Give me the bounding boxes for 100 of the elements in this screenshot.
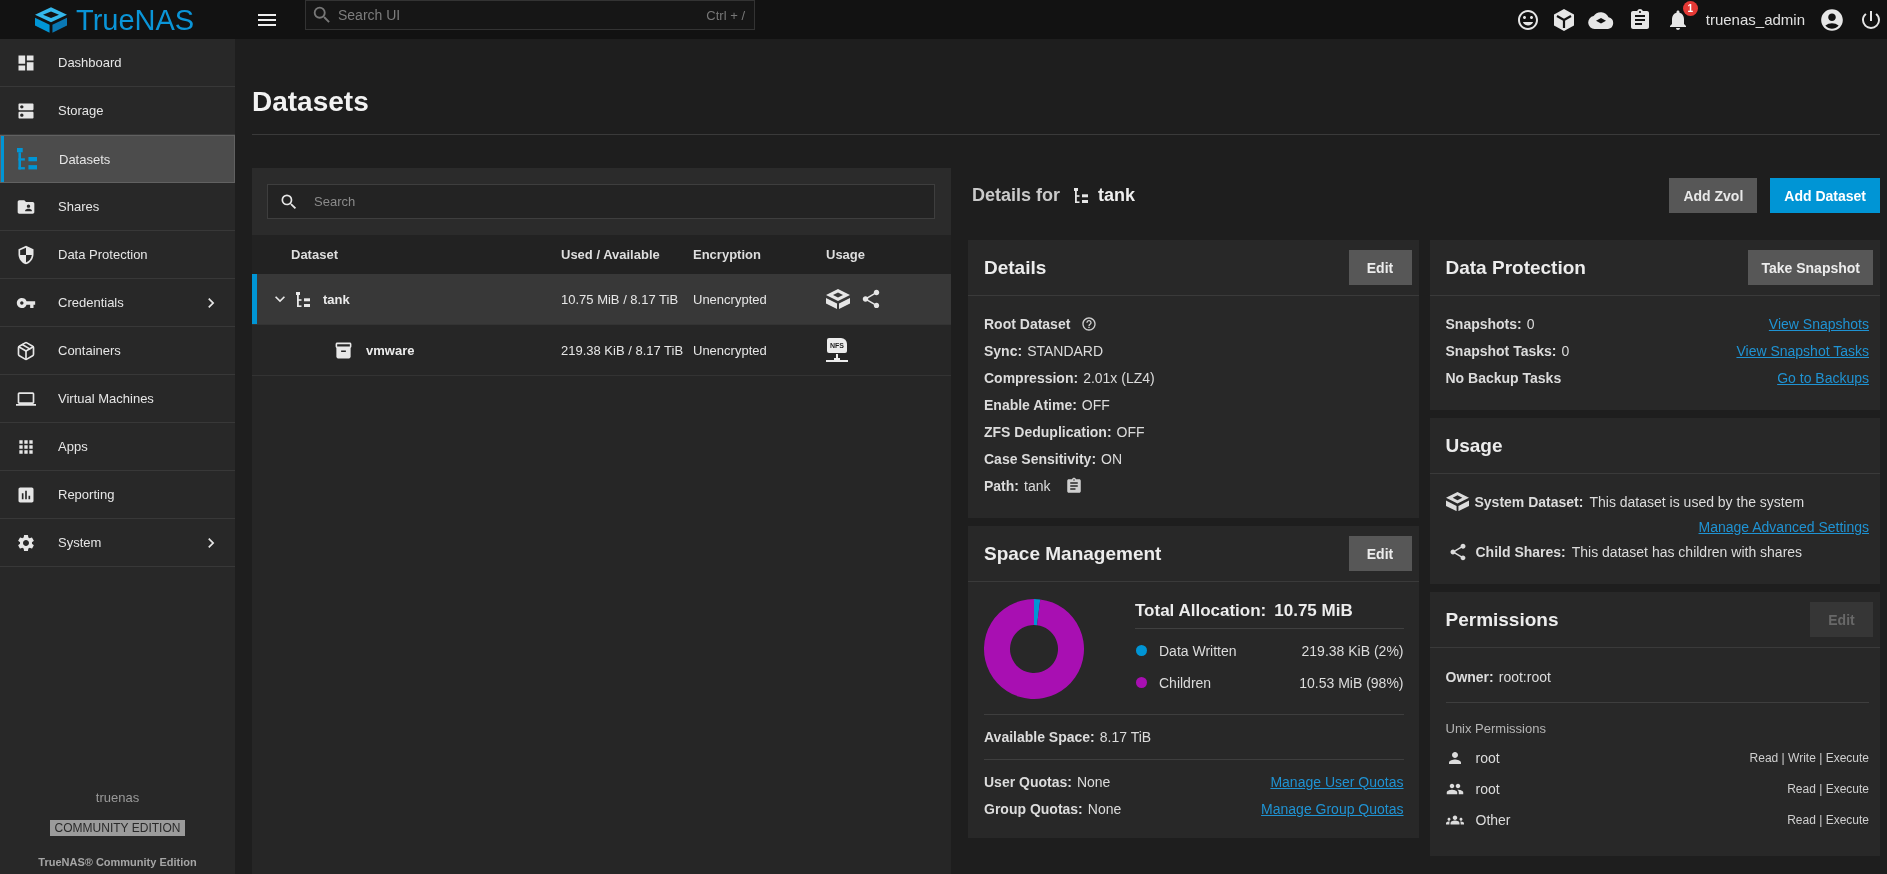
edition-badge: COMMUNITY EDITION xyxy=(49,820,186,836)
field-label: Path: xyxy=(984,477,1019,494)
card-title: Space Management xyxy=(984,542,1162,565)
field-value: ON xyxy=(1101,450,1123,467)
permission-access: Read | Write | Execute xyxy=(1749,750,1869,765)
notification-badge: 1 xyxy=(1682,0,1698,16)
field-label: Snapshots: xyxy=(1445,315,1522,332)
card-title: Details xyxy=(984,256,1047,279)
legend-label: Data Written xyxy=(1159,642,1237,659)
field-label: Group Quotas: xyxy=(984,800,1083,817)
page-title: Datasets xyxy=(252,86,369,118)
cloud-icon[interactable] xyxy=(1587,10,1614,29)
edit-button[interactable]: Edit xyxy=(1348,250,1412,285)
search-field[interactable]: Search xyxy=(267,184,935,219)
field-label: No Backup Tasks xyxy=(1445,369,1562,386)
field-label: User Quotas: xyxy=(984,773,1072,790)
dataset-name: tank xyxy=(1098,185,1136,206)
tree-icon xyxy=(17,148,37,170)
column-header: Usage xyxy=(826,247,867,262)
section-subtitle: Unix Permissions xyxy=(1445,720,1546,736)
permission-name: root xyxy=(1475,749,1500,766)
details-heading: Details for xyxy=(972,185,1061,206)
field-value: root:root xyxy=(1498,669,1551,685)
view-link[interactable]: View Snapshots xyxy=(1768,315,1869,332)
permission-name: root xyxy=(1475,780,1500,797)
smiley-icon[interactable] xyxy=(1515,7,1540,32)
table-cell: Unencrypted xyxy=(693,291,767,307)
field-value: OFF xyxy=(1116,423,1145,440)
edit-button[interactable]: Edit xyxy=(1348,536,1412,571)
field-label: Root Dataset xyxy=(984,315,1071,332)
permission-access: Read | Execute xyxy=(1787,781,1869,796)
nav-item[interactable]: Reporting xyxy=(0,471,235,519)
table-cell: Unencrypted xyxy=(693,342,767,358)
nav-item[interactable]: Shares xyxy=(0,183,235,231)
nav-item[interactable]: Apps xyxy=(0,423,235,471)
card-title: Data Protection xyxy=(1445,256,1586,279)
account-icon[interactable] xyxy=(1819,6,1845,33)
field-value: This dataset has children with shares xyxy=(1571,543,1803,560)
legend-value: 10.53 MiB (98%) xyxy=(1299,674,1404,691)
shield-icon xyxy=(16,244,36,265)
field-label: Child Shares: xyxy=(1475,543,1566,560)
field-value: None xyxy=(1076,773,1111,790)
logo-text: TrueNAS xyxy=(76,3,195,36)
package-icon xyxy=(16,340,36,361)
dataset-name: vmware xyxy=(366,342,415,358)
dataset-name: tank xyxy=(323,291,350,307)
field-value: tank xyxy=(1024,477,1051,494)
logo-icon xyxy=(35,6,67,33)
tree-icon xyxy=(296,291,310,307)
tree-row[interactable]: tank 10.75 MiB / 8.17 TiB Unencrypted xyxy=(252,274,951,325)
legend-label: Children xyxy=(1159,674,1212,691)
nav-item[interactable]: System xyxy=(0,519,235,567)
nav-item[interactable]: Virtual Machines xyxy=(0,375,235,423)
quota-link[interactable]: Manage Group Quotas xyxy=(1261,800,1404,817)
field-label: Available Space: xyxy=(984,729,1095,745)
username[interactable]: truenas_admin xyxy=(1705,11,1805,28)
cube-icon[interactable] xyxy=(1553,8,1574,31)
cube-icon xyxy=(1445,491,1469,512)
field-label: Owner: xyxy=(1445,669,1494,685)
column-header: Used / Available xyxy=(561,247,661,262)
cube-icon xyxy=(826,289,850,309)
card-title: Permissions xyxy=(1445,608,1559,631)
hostname: truenas xyxy=(95,790,140,806)
view-link[interactable]: Go to Backups xyxy=(1777,369,1869,386)
permission-name: Other xyxy=(1475,811,1511,828)
quota-link[interactable]: Manage User Quotas xyxy=(1270,773,1404,790)
help-icon[interactable] xyxy=(1081,315,1098,332)
field-label: Enable Atime: xyxy=(984,396,1077,413)
settings-link[interactable]: Manage Advanced Settings xyxy=(1698,518,1869,535)
field-value: 0 xyxy=(1526,315,1535,332)
legend-value: 219.38 KiB (2%) xyxy=(1301,642,1404,659)
card-title: Usage xyxy=(1445,434,1503,457)
action-button[interactable]: Add Zvol xyxy=(1669,178,1758,213)
field-label: Sync: xyxy=(984,342,1023,359)
clipboard-icon[interactable] xyxy=(1065,476,1084,495)
field-value: This dataset is used by the system xyxy=(1589,493,1805,510)
nav-item[interactable]: Dashboard xyxy=(0,39,235,87)
tree-icon xyxy=(1074,188,1089,203)
permission-access: Read | Execute xyxy=(1787,812,1869,827)
share-icon xyxy=(860,288,882,310)
nav-item[interactable]: Containers xyxy=(0,327,235,375)
field-value: 2.01x (LZ4) xyxy=(1083,369,1155,386)
search-icon xyxy=(311,4,333,26)
field-label: Compression: xyxy=(984,369,1079,386)
table-cell: 219.38 KiB / 8.17 TiB xyxy=(561,342,684,358)
total-label: Total Allocation: xyxy=(1135,601,1267,621)
field-value: OFF xyxy=(1081,396,1110,413)
shortcut-hint: Ctrl + / xyxy=(706,7,745,23)
nav-item[interactable]: Datasets xyxy=(0,135,235,183)
field-label: System Dataset: xyxy=(1474,493,1584,510)
column-header: Dataset xyxy=(290,247,339,262)
nav-item[interactable]: Data Protection xyxy=(0,231,235,279)
snapshot-button[interactable]: Take Snapshot xyxy=(1748,250,1873,285)
field-value: None xyxy=(1087,800,1122,817)
view-link[interactable]: View Snapshot Tasks xyxy=(1736,342,1869,359)
field-value: 8.17 TiB xyxy=(1099,729,1152,745)
field-label: Case Sensitivity: xyxy=(984,450,1097,467)
column-header: Encryption xyxy=(693,247,762,262)
total-value: 10.75 MiB xyxy=(1274,601,1353,621)
nav-item[interactable]: Credentials xyxy=(0,279,235,327)
